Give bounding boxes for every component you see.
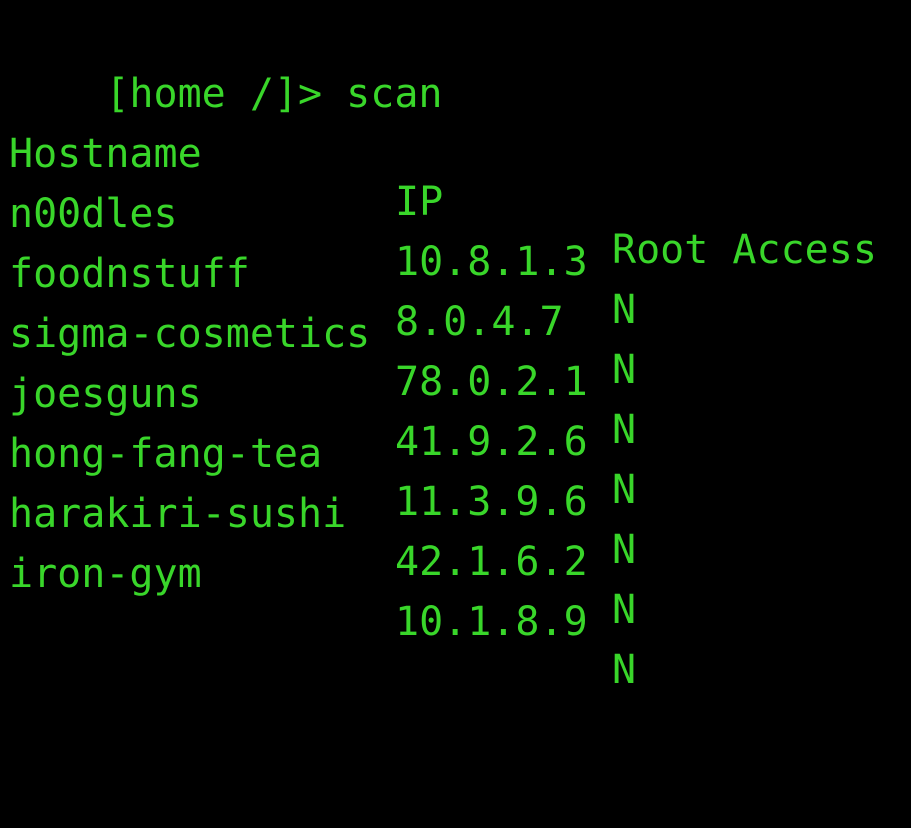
table-row: hong-fang-tea 11.3.9.6 N — [9, 382, 909, 573]
row-root-access: N — [612, 647, 637, 693]
command-line: [home /]> scan — [9, 22, 442, 117]
table-row: harakiri-sushi 42.1.6.2 N — [9, 442, 909, 633]
table-header: Hostname IP Root Access — [9, 82, 909, 273]
table-row: sigma-cosmetics 78.0.2.1 N — [9, 262, 909, 453]
table-row: foodnstuff 8.0.4.7 N — [9, 202, 909, 393]
table-row: joesguns 41.9.2.6 N — [9, 322, 909, 513]
row-ip: 10.1.8.9 — [395, 599, 588, 645]
terminal-output[interactable]: [home /]> scan Hostname IP Root Access n… — [0, 0, 911, 693]
row-hostname: iron-gym — [9, 551, 202, 597]
row-root-access: N — [612, 587, 637, 633]
table-row: n00dles 10.8.1.3 N — [9, 142, 909, 333]
table-row: iron-gym 10.1.8.9 N — [9, 502, 909, 693]
